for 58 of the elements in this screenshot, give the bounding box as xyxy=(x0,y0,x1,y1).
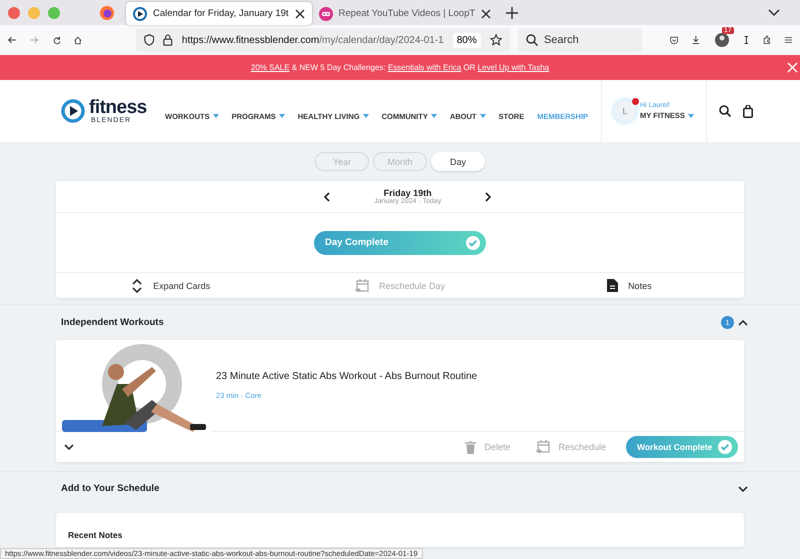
caret-icon xyxy=(688,114,694,118)
chevron-down-icon[interactable] xyxy=(64,444,74,450)
search-icon[interactable] xyxy=(718,105,731,117)
notification-dot xyxy=(632,98,640,105)
workout-title[interactable]: 23 Minute Active Static Abs Workout - Abs Burnout Routine xyxy=(216,371,478,382)
section-header[interactable]: Add to Your Schedule xyxy=(0,471,800,505)
back-icon[interactable] xyxy=(8,34,16,46)
logo-text[interactable]: fitness xyxy=(89,98,147,117)
caret-icon xyxy=(480,114,486,118)
address-bar[interactable]: https://www.fitnessblender.com/my/calendar/day/2024-01-1 80% xyxy=(136,28,510,52)
chevron-down-icon[interactable] xyxy=(768,8,780,16)
play-logo-icon xyxy=(133,6,147,20)
notes-title: Recent Notes xyxy=(68,530,122,540)
close-icon[interactable] xyxy=(294,8,305,18)
download-icon[interactable] xyxy=(692,33,700,47)
shield-icon xyxy=(144,33,154,47)
account-icon[interactable] xyxy=(714,32,730,48)
puzzle-icon[interactable] xyxy=(762,33,771,47)
star-icon[interactable] xyxy=(490,33,502,47)
day-title: Friday 19th xyxy=(384,188,432,198)
calendar-arrow-icon xyxy=(354,278,369,292)
browser-tab[interactable]: Calendar for Friday, January 19t xyxy=(126,2,312,25)
zoom-level[interactable]: 80% xyxy=(452,32,481,48)
browser-tab[interactable]: Repeat YouTube Videos | LoopT xyxy=(312,2,498,25)
action-button[interactable]: Notes xyxy=(514,273,744,298)
caret-icon xyxy=(362,114,369,118)
promo-link[interactable]: Essentials with Erica xyxy=(388,63,462,72)
caret-icon xyxy=(430,114,437,118)
new-tab-icon[interactable] xyxy=(506,6,518,18)
caret-icon xyxy=(278,114,285,118)
expand-icon xyxy=(131,278,144,292)
close-icon[interactable] xyxy=(481,8,492,18)
promo-text: 20% SALE & NEW 5 Day Challenges: Essentials with Erica OR Level Up with Tasha xyxy=(250,63,550,72)
document-icon xyxy=(607,279,618,292)
forward-icon xyxy=(30,34,39,46)
play-logo-icon[interactable] xyxy=(61,99,85,123)
menu-icon[interactable] xyxy=(784,35,792,45)
action-button[interactable]: Expand Cards xyxy=(56,273,286,298)
text-cursor-icon[interactable] xyxy=(744,33,749,47)
browser-logo-icon[interactable] xyxy=(100,6,114,20)
lock-icon xyxy=(163,33,173,47)
chevron-left-icon[interactable] xyxy=(324,192,330,202)
infinity-icon xyxy=(318,6,333,20)
chevron-up-icon[interactable] xyxy=(738,320,748,326)
caret-icon xyxy=(212,114,219,118)
reload-icon[interactable] xyxy=(52,34,60,46)
promo-link[interactable]: 20% SALE xyxy=(250,63,290,72)
shopping-bag-icon[interactable] xyxy=(742,104,753,118)
trash-icon xyxy=(465,440,476,454)
search-field[interactable]: Search xyxy=(518,28,642,52)
chevron-down-icon[interactable] xyxy=(738,486,748,492)
checkmark-icon xyxy=(717,439,733,455)
checkmark-icon xyxy=(465,234,481,250)
window-control-icon[interactable] xyxy=(8,6,20,18)
view-tab[interactable]: Day xyxy=(431,152,485,171)
promo-link[interactable]: Level Up with Tasha xyxy=(478,63,550,72)
chevron-right-icon[interactable] xyxy=(485,192,492,202)
calendar-arrow-icon xyxy=(536,440,550,454)
